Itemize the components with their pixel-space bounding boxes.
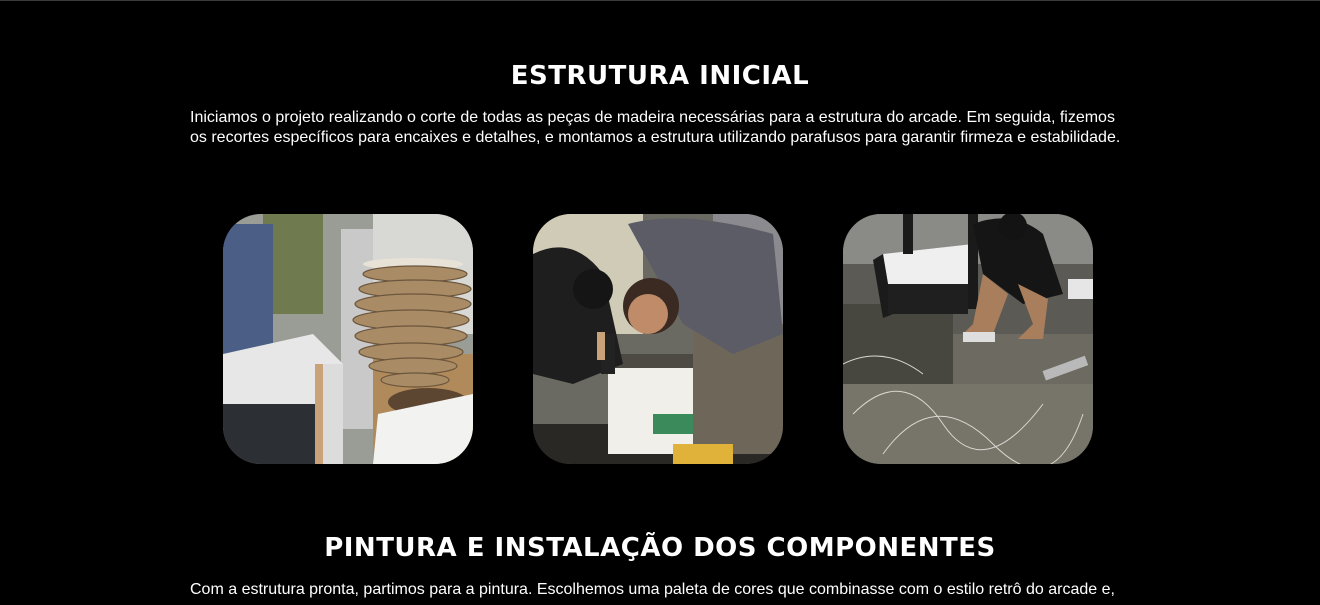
drilling-illustration — [533, 214, 783, 464]
section-estrutura-inicial: ESTRUTURA INICIAL Iniciamos o projeto re… — [0, 58, 1320, 146]
gallery-photo-drilling — [533, 214, 783, 464]
section-title: PINTURA E INSTALAÇÃO DOS COMPONENTES — [324, 533, 996, 563]
top-divider — [0, 0, 1320, 1]
assembly-illustration — [843, 214, 1093, 464]
gallery-photo-assembly — [843, 214, 1093, 464]
section-description: Com a estrutura pronta, partimos para a … — [190, 581, 1115, 598]
section-description: Iniciamos o projeto realizando o corte d… — [190, 109, 1121, 146]
photo-gallery — [0, 214, 1320, 464]
section-pintura-instalacao: PINTURA E INSTALAÇÃO DOS COMPONENTES Com… — [0, 530, 1320, 598]
wood-pieces-illustration — [223, 214, 473, 464]
gallery-photo-wood-pieces — [223, 214, 473, 464]
section-title: ESTRUTURA INICIAL — [510, 61, 810, 91]
